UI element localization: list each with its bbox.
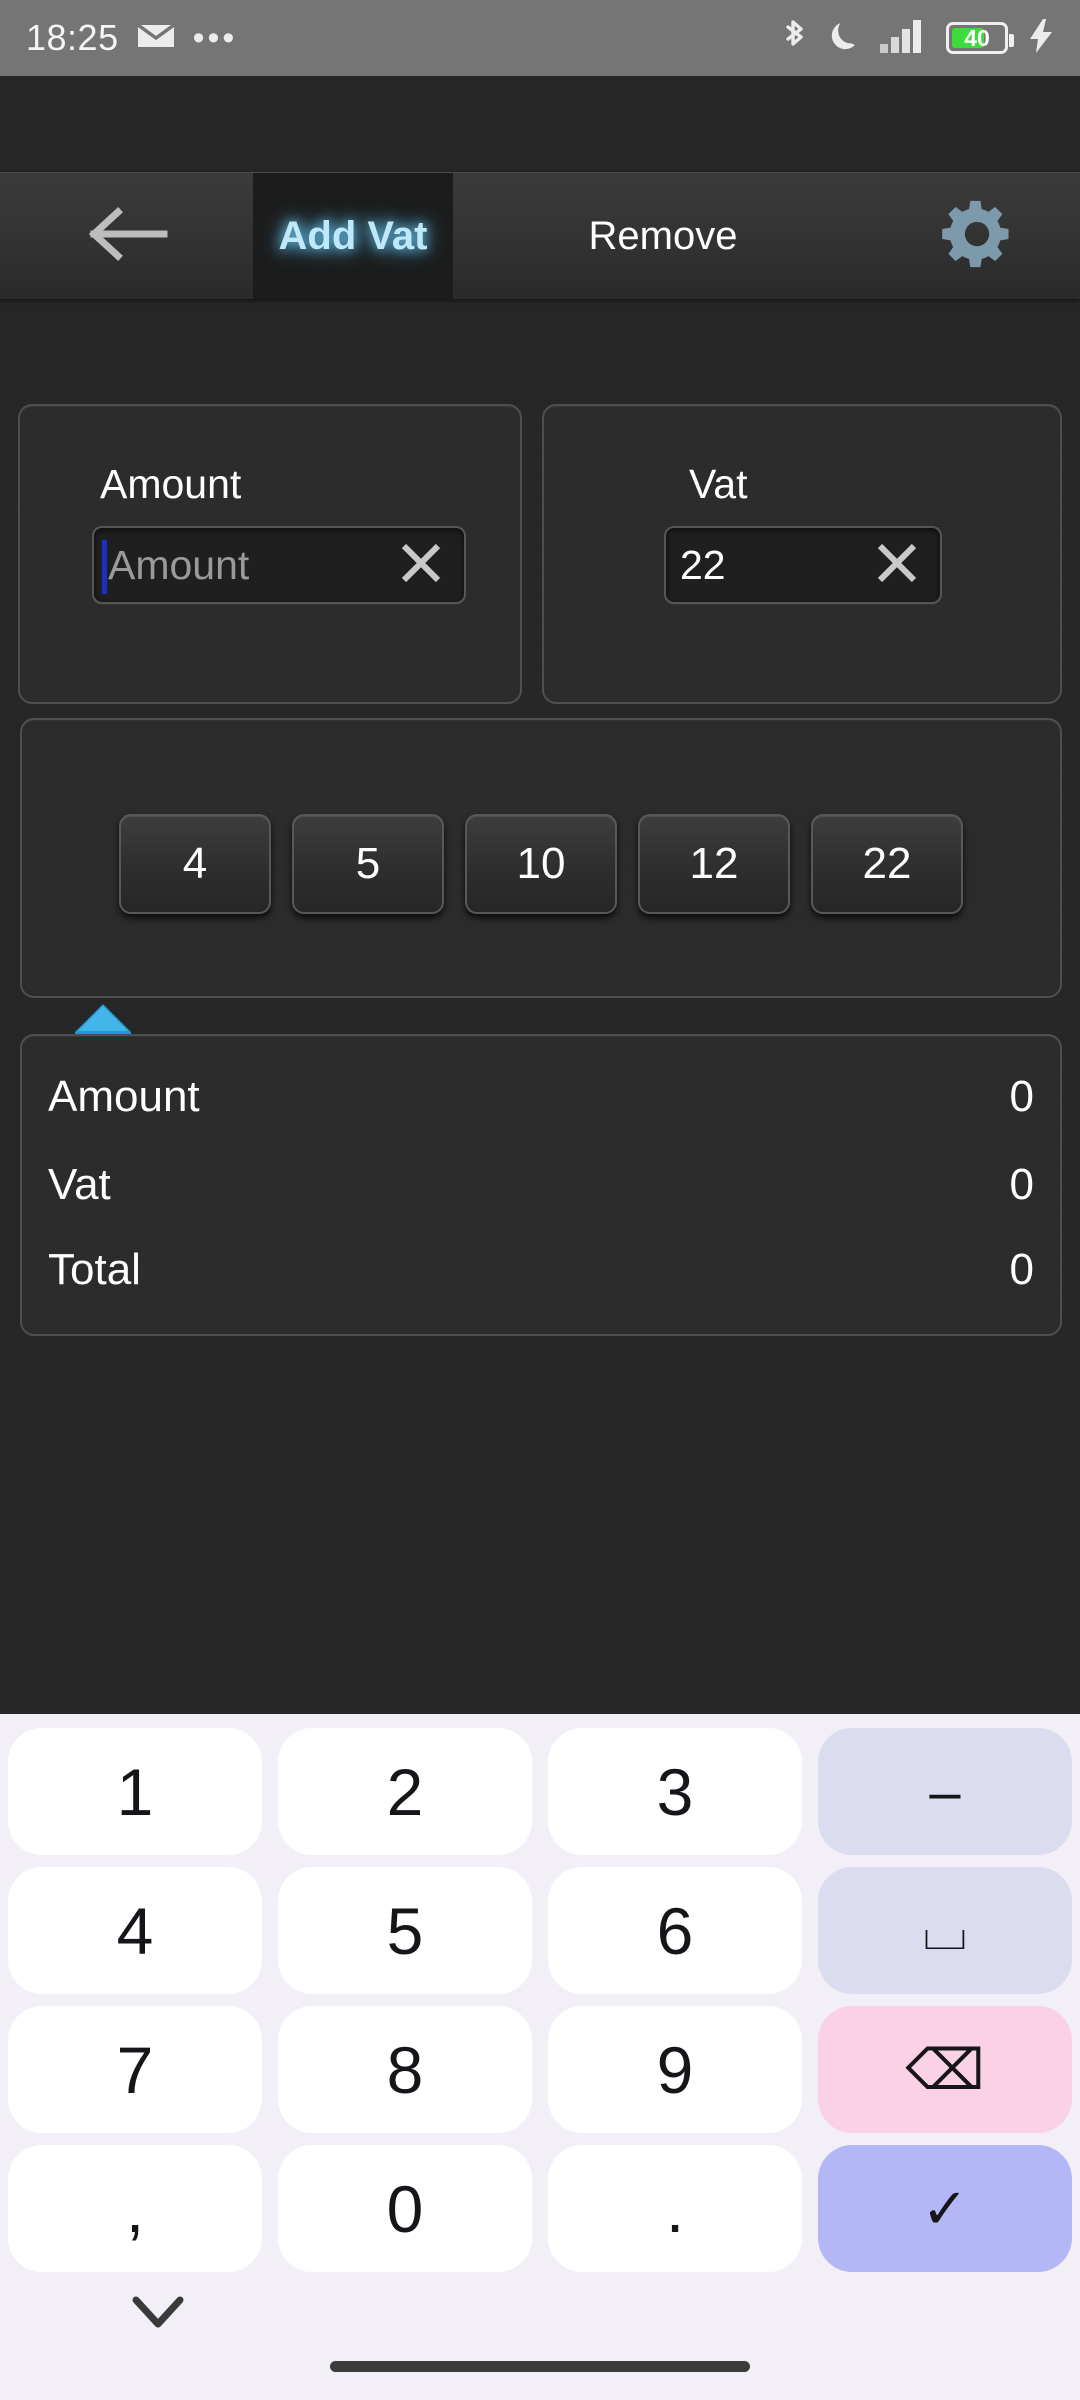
result-row-amount: Amount 0: [48, 1072, 1034, 1122]
tab-remove-label: Remove: [588, 213, 738, 258]
result-label-total: Total: [48, 1245, 141, 1294]
vat-preset-10[interactable]: 10: [465, 814, 617, 914]
key-minus[interactable]: –: [818, 1728, 1072, 1855]
amount-input[interactable]: Amount: [92, 526, 466, 604]
keyboard-bottom-bar: [0, 2278, 1080, 2400]
key-minus-label: –: [929, 1760, 961, 1823]
amount-card: Amount Amount: [18, 404, 522, 1066]
status-bar-right: 40: [780, 18, 1054, 59]
tab-remove[interactable]: Remove: [453, 173, 873, 299]
key-2[interactable]: 2: [278, 1728, 532, 1855]
result-row-total: Total 0: [48, 1245, 1034, 1295]
vat-input-value: 22: [680, 541, 726, 588]
result-value-amount: 0: [1009, 1072, 1034, 1121]
key-0[interactable]: 0: [278, 2145, 532, 2272]
chevron-down-icon[interactable]: [128, 2292, 188, 2337]
result-value-vat: 0: [1009, 1160, 1034, 1209]
key-7-label: 7: [116, 2032, 154, 2107]
key-enter[interactable]: ✓: [818, 2145, 1072, 2272]
status-bar-left: 18:25 •••: [26, 17, 237, 59]
key-3-label: 3: [656, 1754, 694, 1829]
vat-preset-5[interactable]: 5: [292, 814, 444, 914]
battery-icon: 40: [946, 22, 1014, 54]
keyboard-row: 7 8 9 ⌫: [0, 2000, 1080, 2139]
key-enter-label: ✓: [921, 2176, 969, 2240]
keyboard-row: , 0. ✓: [0, 2139, 1080, 2278]
app-toolbar: Add Vat Remove: [0, 172, 1080, 299]
amount-label: Amount: [100, 461, 242, 507]
key-comma-label: ,: [125, 2171, 145, 2246]
keyboard-row: 1 2 3 –: [0, 1722, 1080, 1861]
key-6-label: 6: [656, 1893, 694, 1968]
gear-icon: [938, 195, 1016, 278]
back-button[interactable]: [0, 173, 253, 299]
vat-preset-22[interactable]: 22: [811, 814, 963, 914]
result-label-amount: Amount: [48, 1072, 200, 1121]
moon-icon: [828, 19, 860, 58]
arrow-left-icon: [84, 204, 170, 269]
home-gesture-bar[interactable]: [330, 2361, 750, 2372]
key-3[interactable]: 3: [548, 1728, 802, 1855]
result-row-vat: Vat 0: [48, 1160, 1034, 1210]
key-5[interactable]: 5: [278, 1867, 532, 1994]
phone-screen: 18:25 ••• 40 Add Vat Remove Amount Amoun…: [0, 0, 1080, 2400]
status-bar: 18:25 ••• 40: [0, 0, 1080, 76]
vat-preset-label: 4: [182, 839, 208, 888]
amount-input-placeholder: Amount: [108, 541, 250, 588]
vat-preset-label: 5: [355, 839, 381, 888]
vat-input[interactable]: 22: [664, 526, 942, 604]
bluetooth-icon: [780, 18, 808, 59]
key-period-label: .: [665, 2171, 685, 2246]
more-notifications-icon: •••: [192, 18, 238, 57]
keyboard-grid: 1 2 3 – 4 5 6 ⌴ 7 8 9 ⌫, 0. ✓: [0, 1722, 1080, 2278]
key-comma[interactable]: ,: [8, 2145, 262, 2272]
settings-button[interactable]: [873, 173, 1080, 299]
key-1-label: 1: [116, 1754, 154, 1829]
vat-preset-label: 12: [689, 839, 739, 888]
envelope-icon: [136, 22, 175, 55]
tab-add-vat-label: Add Vat: [278, 213, 428, 258]
battery-level-label: 40: [964, 25, 990, 51]
key-5-label: 5: [386, 1893, 424, 1968]
vat-presets-row: 4 5 10 12 22: [22, 814, 1060, 914]
key-8-label: 8: [386, 2032, 424, 2107]
vat-card: Vat 22: [542, 404, 1062, 704]
key-2-label: 2: [386, 1754, 424, 1829]
key-period[interactable]: .: [548, 2145, 802, 2272]
amount-clear-button[interactable]: [396, 538, 446, 593]
vat-preset-label: 10: [516, 839, 566, 888]
result-label-vat: Vat: [48, 1160, 111, 1209]
vat-preset-12[interactable]: 12: [638, 814, 790, 914]
numeric-keyboard: 1 2 3 – 4 5 6 ⌴ 7 8 9 ⌫, 0. ✓: [0, 1714, 1080, 2400]
vat-label: Vat: [689, 461, 748, 507]
key-9-label: 9: [656, 2032, 694, 2107]
result-value-total: 0: [1009, 1245, 1034, 1294]
key-8[interactable]: 8: [278, 2006, 532, 2133]
key-0-label: 0: [386, 2171, 424, 2246]
text-caret: [102, 540, 107, 594]
key-4-label: 4: [116, 1893, 154, 1968]
vat-preset-4[interactable]: 4: [119, 814, 271, 914]
key-9[interactable]: 9: [548, 2006, 802, 2133]
key-1[interactable]: 1: [8, 1728, 262, 1855]
vat-preset-label: 22: [862, 839, 912, 888]
key-space-label: ⌴: [922, 1898, 968, 1961]
key-6[interactable]: 6: [548, 1867, 802, 1994]
key-7[interactable]: 7: [8, 2006, 262, 2133]
keyboard-row: 4 5 6 ⌴: [0, 1861, 1080, 2000]
status-time: 18:25: [26, 17, 119, 58]
vat-clear-button[interactable]: [872, 538, 922, 593]
key-backspace-label: ⌫: [905, 2037, 985, 2101]
tab-add-vat[interactable]: Add Vat: [253, 173, 453, 299]
results-panel: Amount 0 Vat 0 Total 0: [20, 1034, 1062, 1336]
key-4[interactable]: 4: [8, 1867, 262, 1994]
lightning-bolt-icon: [1028, 18, 1054, 59]
signal-bars-icon: [880, 19, 926, 58]
key-space[interactable]: ⌴: [818, 1867, 1072, 1994]
vat-presets-panel: 4 5 10 12 22: [20, 718, 1062, 998]
key-backspace[interactable]: ⌫: [818, 2006, 1072, 2133]
